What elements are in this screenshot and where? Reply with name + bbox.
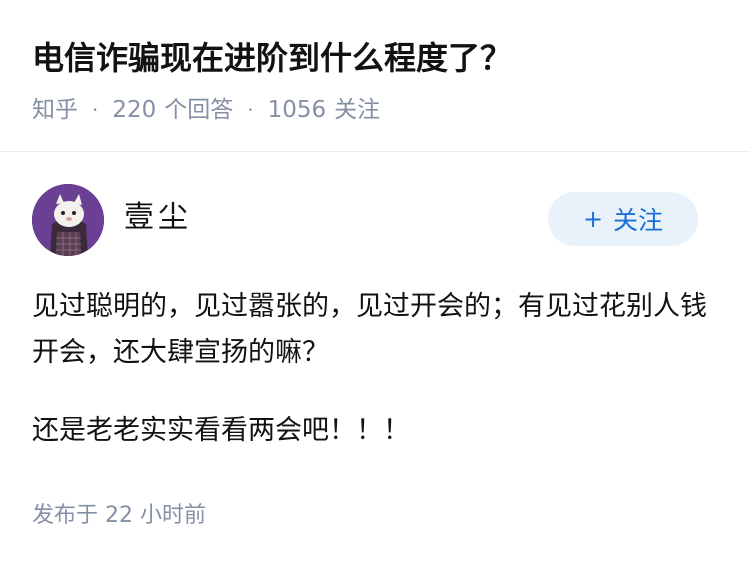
time-ago: 22 小时前 [105,503,207,528]
follow-button[interactable]: + 关注 [548,192,698,246]
divider [0,151,750,152]
publish-label: 发布于 [32,503,99,528]
publish-time: 发布于 22 小时前 [32,496,206,536]
avatar-icon [32,184,104,256]
answer-paragraph: 还是老老实实看看两会吧！！！ [32,415,410,446]
separator-dot: · [247,98,254,122]
question-title[interactable]: 电信诈骗现在进阶到什么程度了？ [32,34,512,82]
author-row: 壹尘 + 关注 [32,184,698,256]
source-label[interactable]: 知乎 [32,92,78,128]
plus-icon: + [582,205,604,233]
answer-paragraph: 见过聪明的，见过嚣张的，见过开会的；有见过花别人钱开会，还大肆宣扬的嘛？ [32,291,707,368]
question-meta: 知乎 · 220 个回答 · 1056 关注 [32,92,380,128]
answer-count-label[interactable]: 个回答 [164,92,233,128]
separator-dot: · [92,98,99,122]
author-name[interactable]: 壹尘 [124,198,192,238]
answer-count: 220 [112,97,157,123]
answer-body: 见过聪明的，见过嚣张的，见过开会的；有见过花别人钱开会，还大肆宣扬的嘛？ 还是老… [32,284,712,454]
avatar[interactable] [32,184,104,256]
follower-count: 1056 [267,97,327,123]
follow-button-label: 关注 [613,206,664,235]
follower-count-label[interactable]: 关注 [334,92,380,128]
